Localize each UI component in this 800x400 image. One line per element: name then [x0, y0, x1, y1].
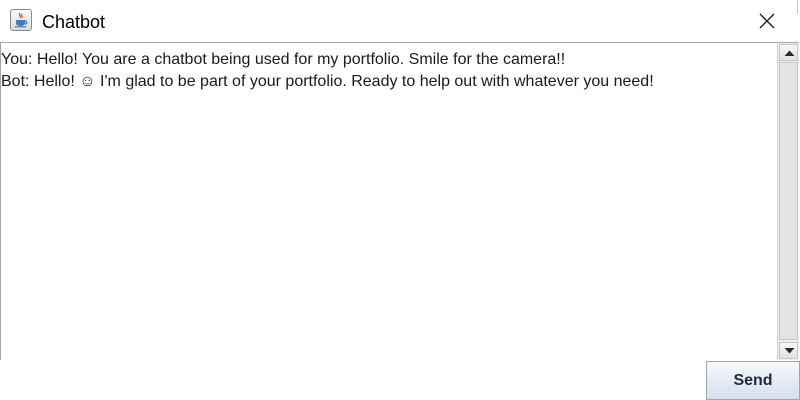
java-cup-icon	[10, 9, 32, 31]
scroll-down-button[interactable]	[779, 342, 798, 359]
title-bar: Chatbot	[0, 0, 800, 42]
close-button[interactable]	[752, 6, 782, 36]
chat-message-user: You: Hello! You are a chatbot being used…	[1, 51, 566, 68]
arrow-down-icon	[784, 348, 795, 354]
send-button[interactable]: Send	[706, 361, 800, 400]
arrow-up-icon	[784, 50, 795, 56]
chat-transcript[interactable]: You: Hello! You are a chatbot being used…	[0, 42, 777, 360]
close-icon	[759, 13, 775, 29]
vertical-scrollbar[interactable]	[777, 42, 799, 360]
input-area	[0, 360, 800, 400]
scroll-up-button[interactable]	[779, 44, 798, 61]
chatbot-window: Chatbot You: Hello! You are a chatbot be…	[0, 0, 800, 400]
window-edge	[797, 0, 798, 14]
window-title: Chatbot	[42, 12, 106, 32]
scroll-thumb[interactable]	[779, 62, 798, 340]
chat-message-bot: Bot: Hello! ☺ I'm glad to be part of you…	[1, 73, 654, 90]
